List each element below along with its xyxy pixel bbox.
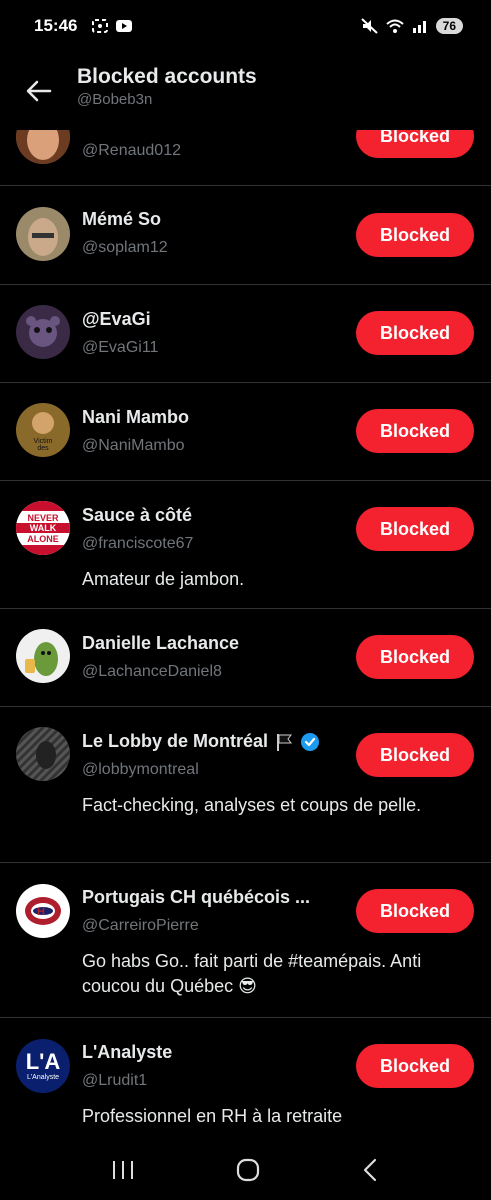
screenshot-icon <box>92 19 109 33</box>
display-name: @EvaGi <box>82 309 151 329</box>
account-handle: @Bobeb3n <box>77 91 153 108</box>
svg-text:H: H <box>37 906 45 918</box>
blocked-button[interactable]: Blocked <box>356 507 474 551</box>
system-nav-bar <box>0 1140 491 1200</box>
blocked-button[interactable]: Blocked <box>356 635 474 679</box>
display-name: Nani Mambo <box>82 407 190 427</box>
blocked-button[interactable]: Blocked <box>356 733 474 777</box>
mute-icon <box>360 18 378 34</box>
svg-text:Victim: Victim <box>34 438 53 445</box>
list-item[interactable]: Victim des Nani Mambo @NaniMambo Blocked <box>0 383 491 481</box>
svg-text:WALK: WALK <box>30 523 57 533</box>
user-handle: @NaniMambo <box>82 437 185 454</box>
home-icon[interactable] <box>235 1157 261 1183</box>
wifi-icon <box>385 19 404 33</box>
user-handle: @CarreiroPierre <box>82 917 199 934</box>
user-handle: @LachanceDaniel8 <box>82 663 222 680</box>
flag-icon <box>277 733 293 751</box>
status-bar: 15:46 76 <box>0 0 491 52</box>
battery-indicator: 76 <box>435 18 463 34</box>
blocked-button[interactable]: Blocked <box>356 889 474 933</box>
avatar[interactable] <box>16 305 70 359</box>
avatar[interactable]: NEVER WALK ALONE <box>16 501 70 555</box>
user-bio: Fact-checking, analyses et coups de pell… <box>82 795 422 815</box>
arrow-left-icon <box>26 80 52 102</box>
user-handle: @lobbymontreal <box>82 761 199 778</box>
list-item[interactable]: Mémé So @soplam12 Blocked <box>0 186 491 285</box>
svg-text:ALONE: ALONE <box>27 534 59 544</box>
user-handle: @franciscote67 <box>82 535 194 552</box>
display-name: Portugais CH québécois ... <box>82 887 311 907</box>
avatar[interactable] <box>16 629 70 683</box>
avatar[interactable] <box>16 727 70 781</box>
blocked-button[interactable]: Blocked <box>356 311 474 355</box>
avatar[interactable]: Victim des <box>16 403 70 457</box>
svg-text:NEVER: NEVER <box>27 513 59 523</box>
display-name: Mémé So <box>82 209 162 229</box>
avatar-logo-text: L'A <box>25 1048 61 1074</box>
user-bio: Go habs Go.. fait parti de #teamépais. A… <box>82 951 422 996</box>
verified-badge-icon <box>301 732 320 751</box>
back-nav-icon[interactable] <box>360 1158 382 1182</box>
page-header: Blocked accounts @Bobeb3n <box>0 52 491 130</box>
status-time: 15:46 <box>34 16 78 35</box>
user-bio: Amateur de jambon. <box>82 569 245 589</box>
user-handle: @soplam12 <box>82 239 168 256</box>
back-button[interactable] <box>21 73 57 109</box>
signal-icon <box>412 21 426 33</box>
blocked-button[interactable]: Blocked <box>356 213 474 257</box>
list-item[interactable]: @EvaGi @EvaGi11 Blocked <box>0 285 491 383</box>
list-item[interactable]: Le Lobby de Montréal @lobbymontreal Fact… <box>0 707 491 863</box>
user-handle: @Renaud012 <box>82 142 181 159</box>
user-handle: @EvaGi11 <box>82 339 159 356</box>
display-name: Sauce à côté <box>82 505 193 525</box>
avatar[interactable]: L'A L'Analyste <box>16 1039 70 1093</box>
user-handle: @Lrudit1 <box>82 1072 148 1089</box>
avatar[interactable]: H <box>16 884 70 938</box>
display-name: L'Analyste <box>82 1042 173 1062</box>
avatar[interactable] <box>16 207 70 261</box>
user-bio: Professionnel en RH à la retraite <box>82 1106 343 1126</box>
list-item[interactable]: NEVER WALK ALONE Sauce à côté @franciscote… <box>0 481 491 609</box>
avatar-logo-subtext: L'Analyste <box>26 1073 60 1081</box>
youtube-icon <box>116 20 133 32</box>
page-title: Blocked accounts <box>77 65 257 88</box>
display-name: Le Lobby de Montréal <box>82 731 320 752</box>
list-item[interactable]: H Portugais CH québécois ... @CarreiroPi… <box>0 863 491 1018</box>
recent-apps-icon[interactable] <box>110 1159 136 1181</box>
list-item[interactable]: Danielle Lachance @LachanceDaniel8 Block… <box>0 609 491 707</box>
blocked-button[interactable]: Blocked <box>356 1044 474 1088</box>
blocked-button[interactable]: Blocked <box>356 409 474 453</box>
display-name: Danielle Lachance <box>82 633 240 653</box>
svg-text:des: des <box>37 445 49 452</box>
